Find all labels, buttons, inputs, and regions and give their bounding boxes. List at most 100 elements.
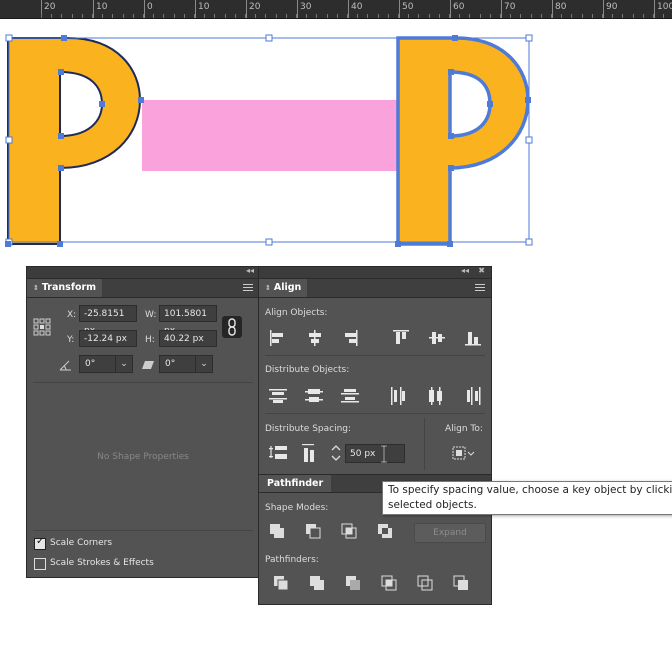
- ruler-minor-tick: [500, 14, 501, 18]
- ruler-minor-tick: [204, 14, 205, 18]
- ruler-minor-tick: [602, 14, 603, 18]
- vertical-distribute-space-icon[interactable]: [269, 446, 287, 459]
- ruler-minor-tick: [480, 14, 481, 18]
- align-objects-row: [270, 330, 481, 346]
- collapse-icon[interactable]: ◂◂: [461, 266, 469, 275]
- ruler-minor-tick: [520, 14, 521, 18]
- vertical-distribute-top-icon[interactable]: [269, 389, 287, 403]
- spacing-tooltip: To specify spacing value, choose a key o…: [382, 481, 672, 515]
- minus-front-icon[interactable]: [306, 524, 321, 539]
- exclude-icon[interactable]: [378, 524, 392, 538]
- ruler-minor-tick: [235, 14, 236, 18]
- panel-menu-icon[interactable]: [475, 284, 485, 292]
- unite-icon[interactable]: [270, 524, 284, 538]
- horizontal-align-left-icon[interactable]: [270, 330, 283, 346]
- intersect-icon[interactable]: [341, 523, 357, 539]
- ruler-minor-tick: [571, 14, 572, 18]
- ruler-minor-tick: [143, 14, 144, 18]
- outline-icon[interactable]: [417, 575, 433, 591]
- tab-label: Pathfinder: [267, 478, 324, 489]
- align-objects-label: Align Objects:: [265, 308, 328, 318]
- tooltip-line: To specify spacing value, choose a key o…: [388, 484, 672, 496]
- x-field[interactable]: -25.8151 px: [79, 305, 137, 336]
- horizontal-distribute-right-icon[interactable]: [467, 387, 481, 405]
- shear-dropdown[interactable]: 0° ⌄: [159, 355, 213, 373]
- merge-icon[interactable]: [346, 576, 360, 590]
- tab-arrows-icon: ⇕: [265, 284, 271, 292]
- horizontal-distribute-space-icon[interactable]: [302, 444, 314, 462]
- align-to-selection-icon: [452, 446, 475, 460]
- ruler-minor-tick: [112, 14, 113, 18]
- ruler-minor-tick: [153, 14, 154, 18]
- artboard-canvas[interactable]: [0, 19, 672, 259]
- ruler-minor-tick: [378, 14, 379, 18]
- scale-corners-checkbox[interactable]: [34, 536, 46, 550]
- tab-label: Transform: [41, 282, 97, 293]
- ruler-minor-tick: [194, 14, 195, 18]
- reference-point-icon[interactable]: [33, 318, 51, 336]
- ruler-minor-tick: [541, 14, 542, 18]
- ruler-minor-tick: [327, 14, 328, 18]
- vertical-align-center-icon[interactable]: [429, 332, 445, 344]
- horizontal-ruler: 20 10 0 10 20 30 40 50 60 70 80 90 100: [0, 0, 672, 19]
- letter-p-left[interactable]: [7, 37, 142, 245]
- collapse-icon[interactable]: ◂◂: [246, 266, 254, 275]
- width-field[interactable]: 101.5801 px: [159, 305, 217, 336]
- ruler-minor-tick: [265, 14, 266, 18]
- spacing-value-field[interactable]: 50 px: [345, 444, 405, 463]
- horizontal-align-center-icon[interactable]: [309, 330, 321, 346]
- ruler-minor-tick: [72, 14, 73, 18]
- panel-topbar[interactable]: ◂◂ ✖: [259, 266, 491, 279]
- ruler-minor-tick: [82, 14, 83, 18]
- scale-strokes-label: Scale Strokes & Effects: [50, 558, 154, 568]
- panel-menu-icon[interactable]: [243, 284, 253, 292]
- ruler-minor-tick: [469, 14, 470, 18]
- divider: [265, 413, 485, 414]
- close-icon[interactable]: ✖: [478, 266, 485, 275]
- rotate-dropdown[interactable]: 0° ⌄: [79, 355, 133, 373]
- panel-topbar[interactable]: ◂◂: [27, 266, 259, 279]
- crop-icon[interactable]: [381, 575, 397, 591]
- height-field[interactable]: 40.22 px: [159, 330, 217, 347]
- rotate-value: 0°: [85, 359, 96, 369]
- vertical-distribute-center-icon[interactable]: [305, 389, 323, 402]
- divide-icon[interactable]: [274, 576, 289, 591]
- ruler-minor-tick: [449, 14, 450, 18]
- ruler-minor-tick: [214, 14, 215, 18]
- shear-icon: [142, 361, 154, 369]
- trim-icon[interactable]: [310, 576, 324, 590]
- ruler-minor-tick: [367, 14, 368, 18]
- vertical-align-bottom-icon[interactable]: [465, 332, 481, 346]
- ruler-minor-tick: [439, 14, 440, 18]
- scale-strokes-checkbox[interactable]: [34, 558, 46, 570]
- ruler-minor-tick: [347, 14, 348, 18]
- vertical-align-top-icon[interactable]: [393, 330, 409, 344]
- align-to-dropdown[interactable]: [451, 443, 479, 463]
- pink-rectangle[interactable]: [142, 100, 402, 171]
- distribute-objects-label: Distribute Objects:: [265, 365, 350, 375]
- tab-label: Align: [273, 282, 302, 293]
- ruler-minor-tick: [296, 14, 297, 18]
- shape-modes-row: [270, 523, 392, 539]
- horizontal-distribute-left-icon[interactable]: [391, 387, 405, 405]
- spacing-stepper[interactable]: [331, 443, 341, 463]
- horizontal-distribute-center-icon[interactable]: [429, 387, 442, 405]
- constrain-proportions-button[interactable]: [222, 316, 242, 338]
- h-label: H:: [145, 335, 155, 345]
- vertical-distribute-bottom-icon[interactable]: [341, 389, 359, 403]
- tab-transform[interactable]: ⇕ Transform: [27, 279, 103, 297]
- ruler-minor-tick: [337, 14, 338, 18]
- tab-pathfinder[interactable]: Pathfinder: [259, 475, 332, 492]
- ruler-minor-tick: [612, 14, 613, 18]
- chevron-down-icon: ⌄: [195, 356, 212, 372]
- tab-align[interactable]: ⇕ Align: [259, 279, 308, 297]
- letter-p-right[interactable]: [396, 36, 530, 246]
- shape-modes-label: Shape Modes:: [265, 503, 329, 513]
- minus-back-icon[interactable]: [453, 575, 468, 590]
- ruler-minor-tick: [245, 14, 246, 18]
- ruler-minor-tick: [490, 14, 491, 18]
- ruler-minor-tick: [561, 14, 562, 18]
- horizontal-align-right-icon[interactable]: [345, 330, 358, 346]
- y-field[interactable]: -12.24 px: [79, 330, 137, 347]
- expand-button[interactable]: Expand: [414, 523, 486, 543]
